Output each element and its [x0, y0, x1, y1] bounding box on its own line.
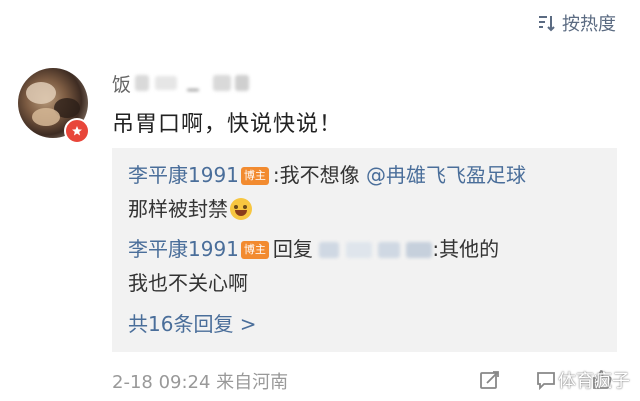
more-replies-link[interactable]: 共16条回复 >: [128, 308, 257, 337]
username-blur: [187, 89, 200, 91]
host-tag: 博主: [240, 167, 269, 185]
reply-line2: 我也不关心啊: [128, 271, 248, 295]
sort-by-hot-button[interactable]: 按热度: [536, 10, 616, 36]
username-visible-part: 饭: [112, 73, 132, 96]
username-blur: [135, 75, 150, 91]
mention-link[interactable]: @冉雄飞飞盈足球: [366, 163, 526, 187]
username-blur: [155, 76, 178, 90]
reply-prefix: :我不想像: [272, 163, 360, 187]
reply-thread[interactable]: 李平康1991 博主:我不想像 @冉雄飞飞盈足球 那样被封禁 李平康1991 博主回…: [112, 148, 617, 352]
blurred-mention: [377, 242, 400, 258]
sort-label: 按热度: [562, 14, 616, 35]
sort-icon: [539, 16, 555, 32]
host-tag: 博主: [240, 241, 269, 259]
reply-username[interactable]: 李平康1991: [128, 163, 239, 187]
reply-prefix: 回复: [272, 237, 313, 261]
repost-icon[interactable]: [478, 368, 502, 392]
reply-item: 李平康1991 博主:我不想像 @冉雄飞飞盈足球 那样被封禁: [128, 158, 526, 226]
verified-badge-icon: [64, 118, 90, 144]
username-blur: [235, 75, 250, 91]
comment-timestamp: 2-18 09:24 来自河南: [112, 372, 289, 393]
blurred-mention: [406, 242, 433, 258]
laughing-tears-emoji-icon: [230, 198, 252, 220]
username-blur: [213, 75, 232, 91]
reply-username[interactable]: 李平康1991: [128, 237, 239, 261]
username[interactable]: 饭: [112, 70, 250, 96]
comment-icon[interactable]: [534, 368, 558, 392]
comment-text: 吊胃口啊，快说快说！: [112, 112, 343, 137]
reply-item: 李平康1991 博主 回复 :其他的 我也不关心啊: [128, 232, 499, 300]
watermark: 体育疯子: [558, 371, 630, 392]
reply-line2: 那样被封禁: [128, 197, 228, 221]
reply-tail: :其他的: [432, 237, 500, 261]
blurred-mention: [319, 242, 340, 258]
blurred-mention: [345, 242, 372, 258]
